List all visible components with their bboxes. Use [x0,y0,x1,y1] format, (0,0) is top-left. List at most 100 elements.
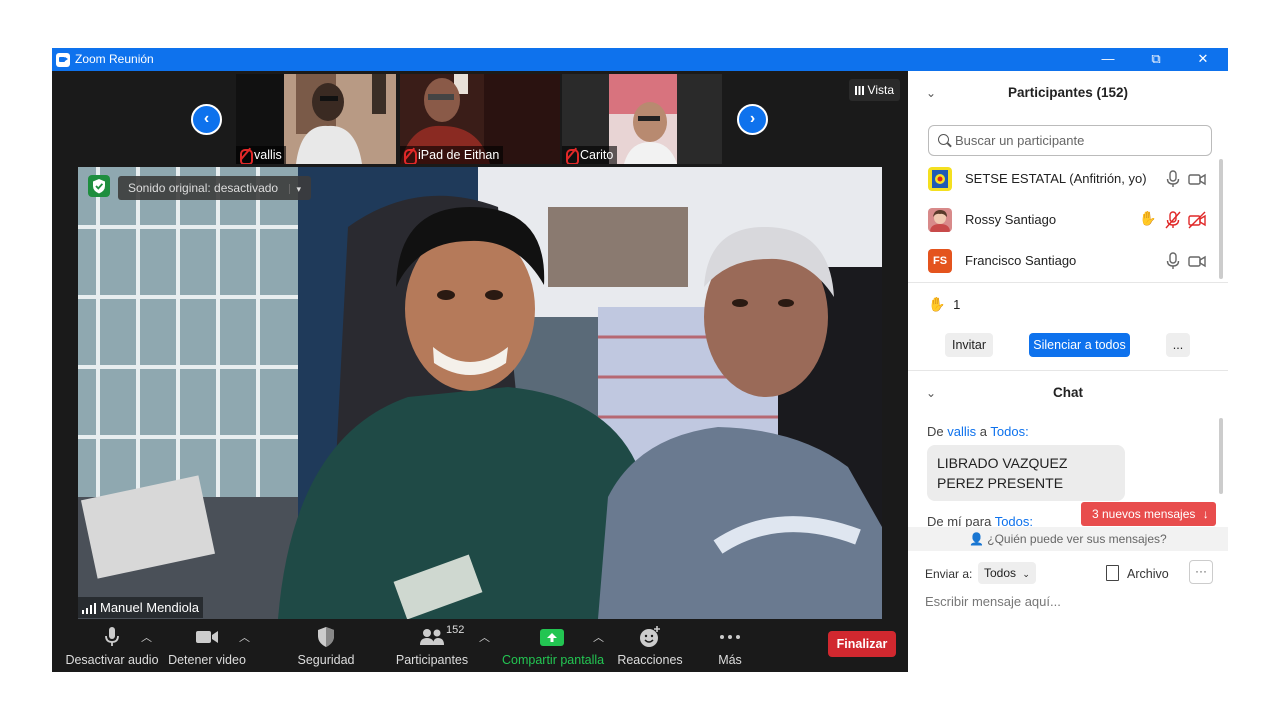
original-sound-label: Sonido original: desactivado [128,181,279,195]
invite-button[interactable]: Invitar [945,333,993,357]
search-icon [938,134,949,145]
speaker-name-label: Manuel Mendiola [78,597,204,618]
video-camera-icon[interactable] [1187,170,1207,188]
from-prefix: De [927,424,944,439]
video-area: ‹ vallis iPad de Eithan Carito › Vista S… [52,71,908,672]
grid-icon [854,86,864,95]
search-placeholder: Buscar un participante [955,133,1085,148]
stop-video-label: Detener video [168,653,246,667]
video-options-caret[interactable]: ︿ [239,629,250,645]
participants-options-caret[interactable]: ︿ [479,629,490,645]
chat-message-input[interactable]: Escribir mensaje aquí... [925,594,1061,609]
raised-hands-count: ✋ 1 [928,296,960,313]
recipient-value: Todos [984,566,1017,580]
thumbnail-vallis[interactable]: vallis [236,74,396,164]
thumbnail-name: iPad de Eithan [400,146,504,164]
thumbnail-carito[interactable]: Carito [562,74,722,164]
end-meeting-button[interactable]: Finalizar [828,631,896,657]
chevron-down-icon[interactable]: ⌄ [926,73,936,113]
restore-button[interactable]: ⧉ [1133,48,1179,71]
participant-row[interactable]: FS Francisco Santiago [908,241,1218,282]
smiley-icon [640,626,660,647]
security-button[interactable]: Seguridad [292,625,360,667]
participants-button[interactable]: 152 Participantes [392,624,472,667]
video-camera-icon[interactable] [1187,252,1207,270]
share-screen-icon [540,629,564,646]
microphone-muted-icon[interactable] [1163,211,1183,229]
more-label: Más [718,653,742,667]
participant-search-input[interactable]: Buscar un participante [928,125,1212,156]
next-page-button[interactable]: › [737,104,768,135]
send-to-label: Enviar a: [925,567,973,581]
microphone-icon[interactable] [1163,252,1183,270]
participants-icon [420,629,444,645]
participant-row[interactable]: Rossy Santiago ✋ [908,200,1218,241]
stop-video-button[interactable]: Detener video [167,625,247,667]
title-bar: Zoom Reunión — ⧉ ✕ [52,48,1228,71]
signal-strength-icon [82,603,96,614]
file-button[interactable]: Archivo [1104,565,1169,581]
person-lock-icon: 👤 [969,532,985,546]
to-prefix: a [979,424,988,439]
zoom-window: Zoom Reunión — ⧉ ✕ ‹ vallis iPad de Eith… [52,48,1228,672]
participant-row[interactable]: SETSE ESTATAL (Anfitrión, yo) [908,159,1218,200]
who-can-see-label: ¿Quién puede ver sus mensajes? [987,532,1167,546]
chat-message-bubble: LIBRADO VAZQUEZ PEREZ PRESENTE [927,445,1125,501]
share-screen-button[interactable]: Compartir pantalla [502,625,605,667]
more-button[interactable]: Más [706,625,754,667]
chat-scrollbar[interactable] [1219,418,1223,494]
main-speaker-video [78,167,882,619]
raised-hands-number: 1 [953,297,961,312]
video-off-icon[interactable] [1187,211,1207,229]
microphone-icon[interactable] [1163,170,1183,188]
arrow-down-icon: ↓ [1202,507,1209,521]
new-messages-label: 3 nuevos mensajes [1092,507,1196,521]
share-options-caret[interactable]: ︿ [593,629,604,645]
avatar [928,208,952,232]
original-sound-toggle[interactable]: Sonido original: desactivado ▾ [118,176,311,200]
avatar: FS [928,249,952,273]
chat-more-button[interactable]: ··· [1189,560,1213,584]
who-can-see-messages-link[interactable]: 👤 ¿Quién puede ver sus mensajes? [908,527,1228,551]
meeting-toolbar: Desactivar audio ︿ Detener video ︿ Segur… [52,619,908,672]
divider [908,282,1228,283]
chevron-down-icon: ⌄ [1022,569,1030,579]
message-recipient[interactable]: Todos: [995,514,1033,528]
thumbnail-ipad-de-eithan[interactable]: iPad de Eithan [400,74,560,164]
window-title: Zoom Reunión [75,52,154,66]
new-messages-button[interactable]: 3 nuevos mensajes ↓ [1081,502,1216,526]
view-button-label: Vista [867,83,894,97]
view-button[interactable]: Vista [848,79,900,101]
shield-icon [318,627,334,647]
participants-more-button[interactable]: ... [1166,333,1190,357]
participants-scrollbar[interactable] [1219,159,1223,279]
close-button[interactable]: ✕ [1180,48,1226,71]
avatar [928,167,952,191]
divider [908,370,1228,371]
encryption-shield-icon[interactable] [88,175,110,197]
audio-options-caret[interactable]: ︿ [141,629,152,645]
chat-message-header: De mí para Todos: [927,514,1033,528]
share-screen-label: Compartir pantalla [502,653,605,667]
message-sender[interactable]: vallis [947,424,976,439]
prev-page-button[interactable]: ‹ [191,104,222,135]
from-prefix: De mí para [927,514,992,528]
recipient-dropdown[interactable]: Todos ⌄ [978,562,1036,584]
chevron-down-icon[interactable]: ⌄ [926,373,936,413]
message-recipient[interactable]: Todos: [990,424,1028,439]
participant-name: Rossy Santiago [965,212,1057,227]
raised-hand-icon: ✋ [1139,210,1157,226]
participants-title: Participantes (152) [1007,85,1129,100]
chat-title: Chat [1053,385,1083,400]
minimize-button[interactable]: — [1085,48,1131,71]
participants-label: Participantes [395,653,469,667]
thumbnail-name: vallis [236,146,286,164]
microphone-icon [105,627,119,646]
participants-header: ⌄ Participantes (152) [908,73,1228,113]
video-camera-icon [196,631,218,643]
chevron-down-icon[interactable]: ▾ [289,184,301,194]
participant-count-badge: 152 [446,624,465,636]
reactions-button[interactable]: Reacciones [617,625,683,667]
ellipsis-icon [720,635,740,639]
mute-all-button[interactable]: Silenciar a todos [1029,333,1130,357]
